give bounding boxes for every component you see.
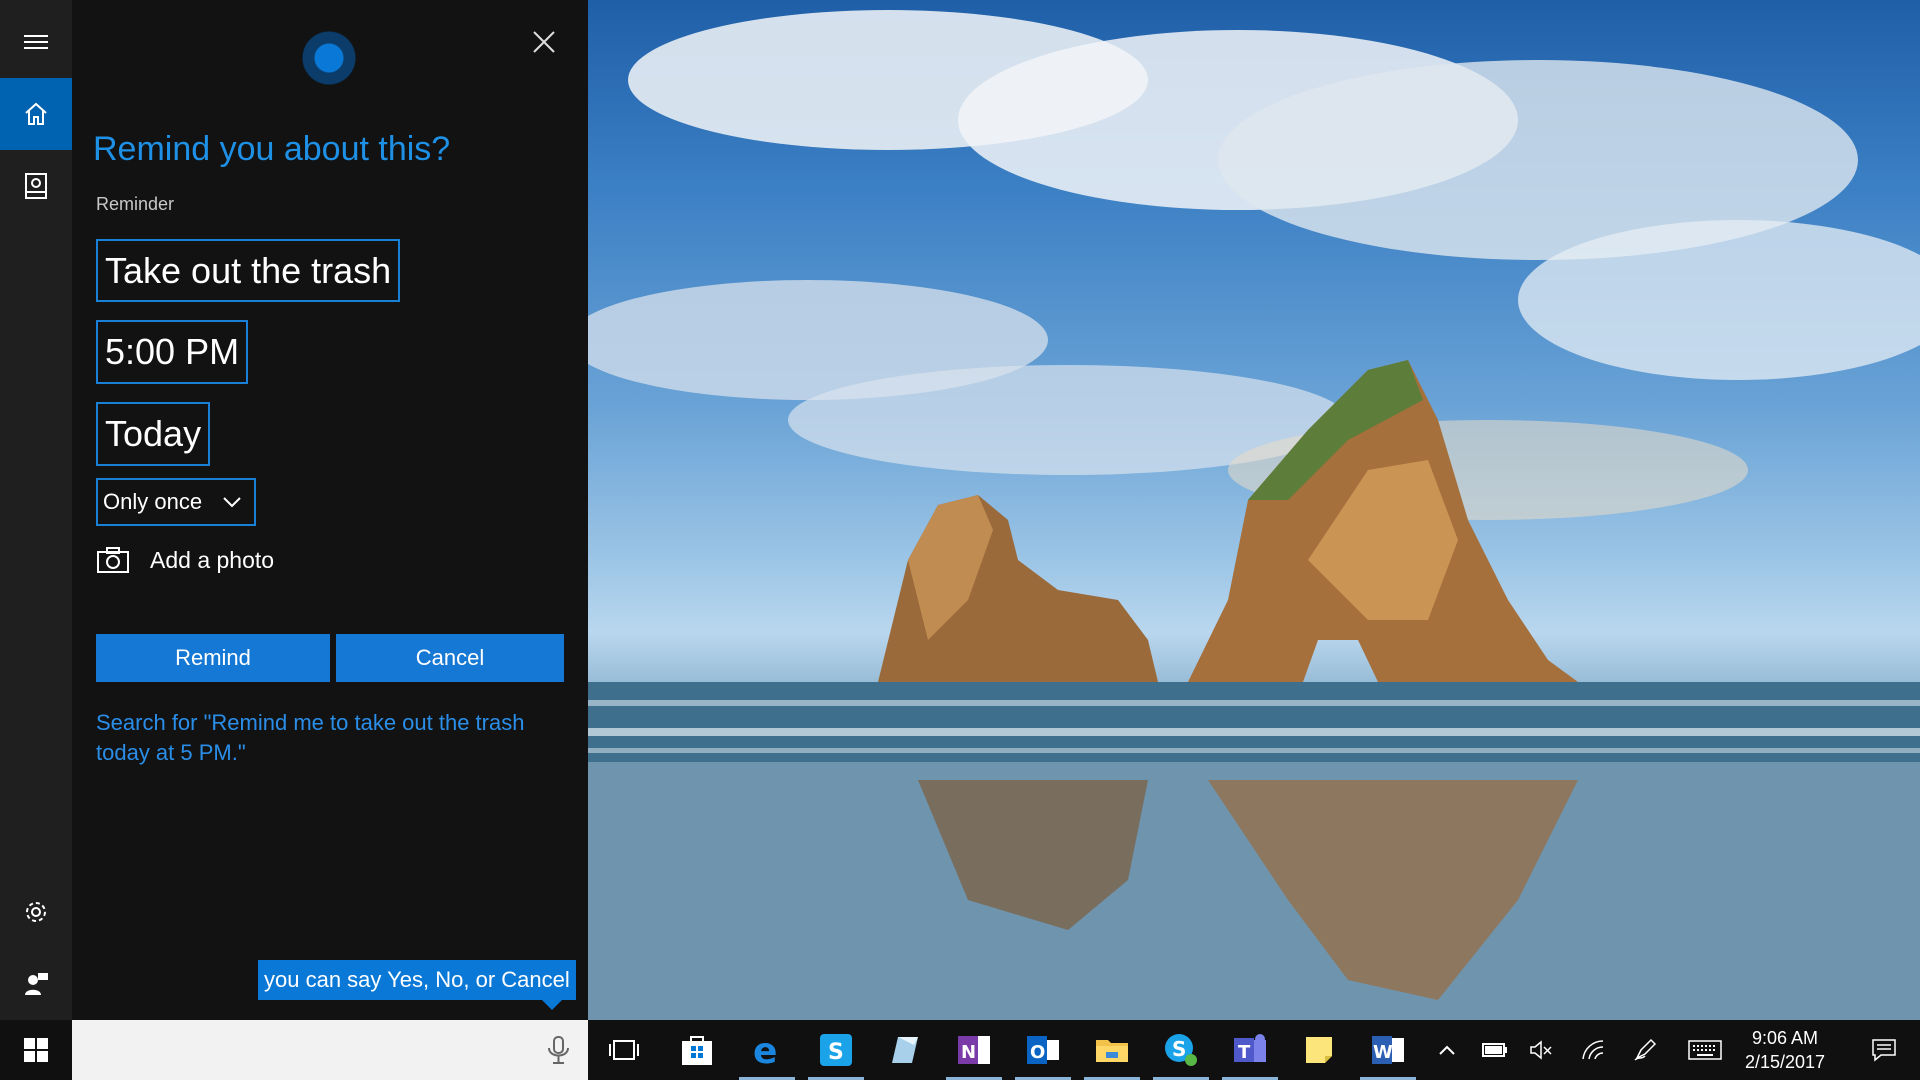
desktop-wallpaper bbox=[588, 0, 1920, 1020]
chevron-up-icon bbox=[1439, 1045, 1455, 1055]
reminder-task-field[interactable]: Take out the trash bbox=[96, 239, 401, 302]
home-button[interactable] bbox=[0, 78, 72, 150]
svg-text:e: e bbox=[753, 1032, 777, 1068]
camera-icon bbox=[97, 547, 129, 573]
cortana-search-box[interactable] bbox=[72, 1020, 588, 1080]
sticky-notes-icon bbox=[1306, 1037, 1332, 1063]
volume-button[interactable] bbox=[1518, 1020, 1564, 1080]
clock-time: 9:06 AM bbox=[1751, 1028, 1819, 1048]
cortana-panel: Remind you about this? Reminder Take out… bbox=[72, 0, 588, 1020]
chevron-down-icon bbox=[223, 497, 241, 508]
file-explorer-button[interactable] bbox=[1078, 1020, 1146, 1080]
close-button[interactable] bbox=[528, 26, 560, 58]
home-icon bbox=[25, 102, 47, 125]
notification-icon bbox=[1872, 1039, 1896, 1062]
svg-text:S: S bbox=[828, 1040, 844, 1065]
notebook-icon bbox=[25, 173, 47, 199]
paint3d-icon bbox=[892, 1037, 918, 1063]
outlook-icon: O bbox=[1027, 1036, 1059, 1064]
page-title: Remind you about this? bbox=[93, 130, 451, 168]
svg-text:O: O bbox=[1030, 1042, 1045, 1063]
reminder-day-field[interactable]: Today bbox=[96, 402, 211, 466]
hamburger-menu-button[interactable] bbox=[0, 6, 72, 78]
start-button[interactable] bbox=[0, 1020, 72, 1080]
battery-icon bbox=[1482, 1043, 1507, 1057]
speech-tooltip: you can say Yes, No, or Cancel bbox=[258, 960, 576, 1010]
touch-keyboard-button[interactable] bbox=[1682, 1020, 1728, 1080]
wifi-icon bbox=[1582, 1040, 1604, 1060]
feedback-icon bbox=[25, 973, 48, 995]
remind-button[interactable]: Remind bbox=[96, 634, 330, 682]
onenote-icon: N bbox=[958, 1036, 990, 1064]
skype-business-button[interactable]: S bbox=[1147, 1020, 1215, 1080]
feedback-button[interactable] bbox=[0, 948, 72, 1020]
microphone-icon[interactable] bbox=[544, 1034, 574, 1066]
clock-date: 2/15/2017 bbox=[1744, 1052, 1826, 1072]
show-hidden-icons-button[interactable] bbox=[1424, 1020, 1470, 1080]
svg-text:T: T bbox=[1238, 1042, 1251, 1063]
hamburger-menu-icon bbox=[24, 35, 48, 49]
network-button[interactable] bbox=[1570, 1020, 1616, 1080]
reminder-time-field[interactable]: 5:00 PM bbox=[96, 320, 249, 384]
teams-icon: T bbox=[1234, 1034, 1266, 1063]
svg-text:W: W bbox=[1373, 1042, 1393, 1063]
store-icon bbox=[682, 1036, 712, 1065]
file-explorer-icon bbox=[1096, 1040, 1128, 1062]
repeat-dropdown[interactable]: Only once bbox=[96, 478, 256, 526]
task-view-button[interactable] bbox=[590, 1020, 658, 1080]
paint3d-button[interactable] bbox=[871, 1020, 939, 1080]
windows-ink-button[interactable] bbox=[1622, 1020, 1668, 1080]
svg-text:S: S bbox=[1172, 1037, 1186, 1061]
edge-button[interactable]: e bbox=[733, 1020, 801, 1080]
settings-button[interactable] bbox=[0, 876, 72, 948]
gear-icon bbox=[26, 902, 46, 922]
search-suggestion-link[interactable]: Search for "Remind me to take out the tr… bbox=[96, 708, 556, 768]
svg-text:N: N bbox=[961, 1042, 976, 1063]
keyboard-icon bbox=[1688, 1040, 1722, 1060]
volume-muted-icon bbox=[1530, 1040, 1552, 1060]
pen-icon bbox=[1634, 1038, 1657, 1061]
edge-icon: e bbox=[753, 1032, 777, 1068]
close-icon bbox=[533, 31, 555, 53]
add-photo-button[interactable]: Add a photo bbox=[96, 542, 274, 578]
outlook-button[interactable]: O bbox=[1009, 1020, 1077, 1080]
cortana-logo bbox=[302, 31, 356, 85]
word-button[interactable]: W bbox=[1354, 1020, 1422, 1080]
onenote-button[interactable]: N bbox=[940, 1020, 1008, 1080]
store-button[interactable] bbox=[663, 1020, 731, 1080]
sticky-notes-button[interactable] bbox=[1285, 1020, 1353, 1080]
skype-icon: S bbox=[820, 1034, 852, 1066]
action-center-button[interactable] bbox=[1848, 1020, 1920, 1080]
taskbar-clock[interactable]: 9:06 AM 2/15/2017 bbox=[1730, 1026, 1840, 1074]
skype-button[interactable]: S bbox=[802, 1020, 870, 1080]
task-view-icon bbox=[609, 1040, 639, 1060]
cortana-nav-rail bbox=[0, 0, 72, 1020]
taskbar: e S N O S T W 9:06 AM 2/15/2017 bbox=[0, 1020, 1920, 1080]
word-icon: W bbox=[1372, 1036, 1404, 1064]
skype-business-icon: S bbox=[1165, 1034, 1197, 1066]
repeat-dropdown-value: Only once bbox=[103, 489, 203, 514]
windows-logo-icon bbox=[24, 1038, 48, 1062]
notebook-button[interactable] bbox=[0, 150, 72, 222]
teams-button[interactable]: T bbox=[1216, 1020, 1284, 1080]
add-photo-label: Add a photo bbox=[150, 546, 275, 573]
battery-button[interactable] bbox=[1472, 1020, 1518, 1080]
cancel-button[interactable]: Cancel bbox=[336, 634, 564, 682]
reminder-section-label: Reminder bbox=[96, 194, 175, 214]
